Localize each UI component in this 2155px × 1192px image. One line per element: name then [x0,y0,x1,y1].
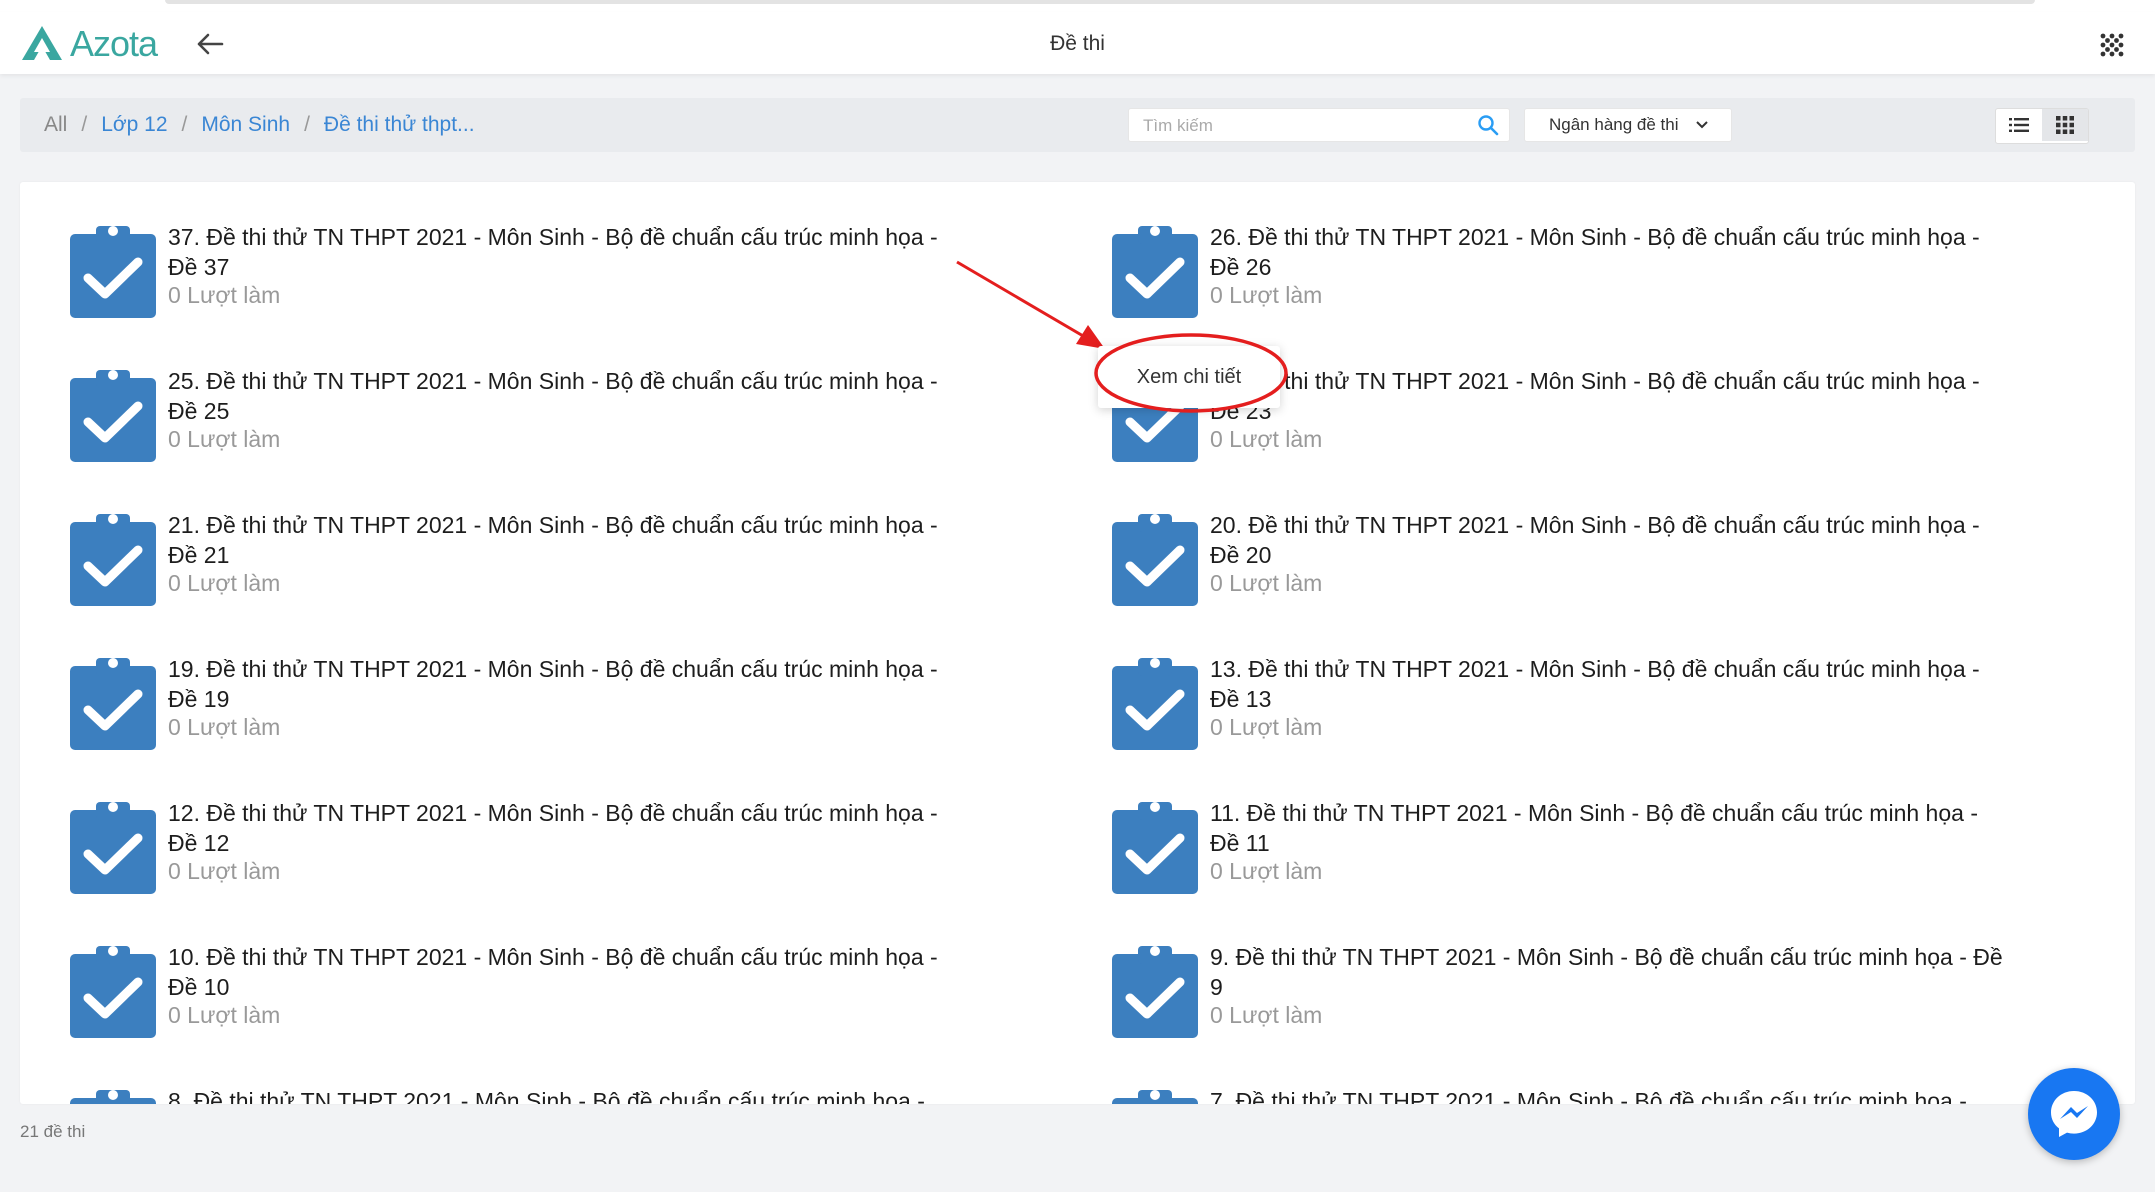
breadcrumb-class[interactable]: Lớp 12 [101,113,167,137]
exam-attempts: 0 Lượt làm [168,1002,281,1028]
clipboard-check-icon [1112,226,1198,318]
context-menu-view-details[interactable]: Xem chi tiết [1098,346,1280,408]
exam-title: 8. Đề thi thử TN THPT 2021 - Môn Sinh - … [168,1088,925,1104]
exam-title: 9. Đề thi thử TN THPT 2021 - Môn Sinh - … [1210,944,2003,1000]
exam-count: 21 đề thi [20,1122,86,1141]
exam-attempts: 0 Lượt làm [1210,282,1323,308]
app-header: Azota Đề thi [0,12,2155,74]
toolbar: All / Lớp 12 / Môn Sinh / Đề thi thử thp… [20,98,2135,152]
messenger-chat-button[interactable] [2028,1068,2120,1160]
exam-item[interactable]: 9. Đề thi thử TN THPT 2021 - Môn Sinh - … [1112,942,2012,1052]
clipboard-check-icon [70,514,156,606]
grid-view-button[interactable] [2042,109,2088,141]
exam-item[interactable]: 20. Đề thi thử TN THPT 2021 - Môn Sinh -… [1112,510,2012,620]
exam-attempts: 0 Lượt làm [168,282,281,308]
search-icon[interactable] [1477,114,1499,136]
exam-title: 23. Đề thi thử TN THPT 2021 - Môn Sinh -… [1210,368,1980,424]
exam-title: 26. Đề thi thử TN THPT 2021 - Môn Sinh -… [1210,224,1980,280]
page-title: Đề thi [1050,32,1105,55]
exam-title: 7. Đề thi thử TN THPT 2021 - Môn Sinh - … [1210,1088,1967,1104]
breadcrumb-all[interactable]: All [44,113,67,137]
exam-item[interactable]: 8. Đề thi thử TN THPT 2021 - Môn Sinh - … [70,1086,970,1104]
exam-item[interactable]: 12. Đề thi thử TN THPT 2021 - Môn Sinh -… [70,798,970,908]
exam-attempts: 0 Lượt làm [1210,570,1323,596]
list-icon [2009,118,2029,132]
exam-title: 11. Đề thi thử TN THPT 2021 - Môn Sinh -… [1210,800,1978,856]
clipboard-check-icon [70,1090,156,1104]
exam-attempts: 0 Lượt làm [168,858,281,884]
breadcrumb-subject[interactable]: Môn Sinh [201,113,290,137]
browser-top-strip [0,0,2155,12]
exam-item[interactable]: 11. Đề thi thử TN THPT 2021 - Môn Sinh -… [1112,798,2012,908]
exam-title: 25. Đề thi thử TN THPT 2021 - Môn Sinh -… [168,368,938,424]
breadcrumb-separator: / [304,113,310,136]
exam-bank-select-value: Ngân hàng đề thi [1549,115,1679,134]
breadcrumb-folder[interactable]: Đề thi thử thpt... [324,113,475,137]
clipboard-check-icon [1112,514,1198,606]
clipboard-check-icon [70,946,156,1038]
exam-title: 20. Đề thi thử TN THPT 2021 - Môn Sinh -… [1210,512,1980,568]
apps-grid-icon [2100,33,2124,57]
clipboard-check-icon [70,802,156,894]
exam-item[interactable]: 19. Đề thi thử TN THPT 2021 - Môn Sinh -… [70,654,970,764]
exam-attempts: 0 Lượt làm [1210,426,1323,452]
exam-title: 21. Đề thi thử TN THPT 2021 - Môn Sinh -… [168,512,938,568]
exam-attempts: 0 Lượt làm [168,426,281,452]
breadcrumb-separator: / [81,113,88,136]
exam-title: 13. Đề thi thử TN THPT 2021 - Môn Sinh -… [1210,656,1980,712]
apps-menu-button[interactable] [2097,30,2127,60]
clipboard-check-icon [1112,946,1198,1038]
search-input[interactable] [1141,113,1465,139]
exam-item[interactable]: 26. Đề thi thử TN THPT 2021 - Môn Sinh -… [1112,222,2012,332]
view-toggle [1995,108,2089,144]
clipboard-check-icon [70,658,156,750]
exam-attempts: 0 Lượt làm [1210,1002,1323,1028]
exam-item[interactable]: 37. Đề thi thử TN THPT 2021 - Môn Sinh -… [70,222,970,332]
exam-list-panel: 37. Đề thi thử TN THPT 2021 - Môn Sinh -… [20,182,2135,1104]
exam-attempts: 0 Lượt làm [1210,858,1323,884]
chevron-down-icon [1695,121,1708,129]
exam-title: 10. Đề thi thử TN THPT 2021 - Môn Sinh -… [168,944,938,1000]
exam-attempts: 0 Lượt làm [1210,714,1323,740]
clipboard-check-icon [1112,802,1198,894]
clipboard-check-icon [1112,658,1198,750]
exam-attempts: 0 Lượt làm [168,570,281,596]
exam-title: 19. Đề thi thử TN THPT 2021 - Môn Sinh -… [168,656,938,712]
horizontal-scrollbar[interactable] [165,0,2035,4]
exam-item[interactable]: 25. Đề thi thử TN THPT 2021 - Môn Sinh -… [70,366,970,476]
breadcrumb: All / Lớp 12 / Môn Sinh / Đề thi thử thp… [44,113,475,137]
grid-icon [2056,116,2074,134]
exam-item[interactable]: 13. Đề thi thử TN THPT 2021 - Môn Sinh -… [1112,654,2012,764]
exam-item[interactable]: 10. Đề thi thử TN THPT 2021 - Môn Sinh -… [70,942,970,1052]
exam-title: 12. Đề thi thử TN THPT 2021 - Môn Sinh -… [168,800,938,856]
clipboard-check-icon [70,370,156,462]
clipboard-check-icon [1112,1090,1198,1104]
exam-item[interactable]: 21. Đề thi thử TN THPT 2021 - Môn Sinh -… [70,510,970,620]
exam-item[interactable]: 7. Đề thi thử TN THPT 2021 - Môn Sinh - … [1112,1086,2012,1104]
list-view-button[interactable] [1996,109,2042,141]
clipboard-check-icon [70,226,156,318]
messenger-icon [2051,1091,2097,1137]
exam-attempts: 0 Lượt làm [168,714,281,740]
exam-bank-select[interactable]: Ngân hàng đề thi [1524,108,1732,142]
exam-title: 37. Đề thi thử TN THPT 2021 - Môn Sinh -… [168,224,938,280]
search-box [1128,108,1510,142]
breadcrumb-separator: / [181,113,188,136]
